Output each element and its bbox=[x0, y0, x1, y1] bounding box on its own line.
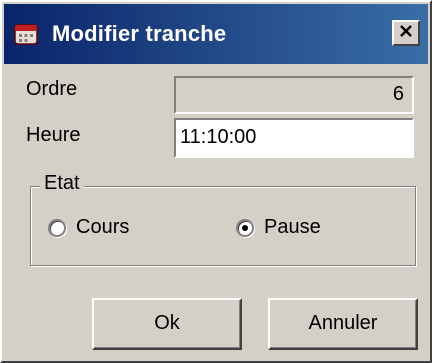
title-bar[interactable]: Modifier tranche bbox=[4, 4, 428, 64]
modifier-tranche-dialog: Modifier tranche Ordre 6 Heure 11:10:00 … bbox=[0, 0, 432, 363]
heure-input[interactable]: 11:10:00 bbox=[174, 118, 414, 158]
close-button[interactable] bbox=[392, 20, 420, 46]
radio-pause[interactable]: Pause bbox=[236, 216, 321, 239]
radio-cours-circle[interactable] bbox=[48, 218, 66, 237]
radio-cours[interactable]: Cours bbox=[48, 216, 129, 239]
radio-cours-label: Cours bbox=[76, 216, 130, 238]
close-icon bbox=[399, 24, 413, 43]
heure-label: Heure bbox=[26, 124, 81, 146]
ordre-label: Ordre bbox=[26, 78, 78, 100]
app-window-icon bbox=[14, 22, 38, 46]
radio-pause-label: Pause bbox=[264, 216, 321, 238]
window-title: Modifier tranche bbox=[52, 21, 227, 46]
ordre-field: 6 bbox=[174, 76, 414, 114]
etat-legend: Etat bbox=[40, 172, 84, 195]
ok-button[interactable]: Ok bbox=[92, 298, 242, 350]
radio-pause-circle[interactable] bbox=[236, 218, 254, 237]
radio-selected-dot bbox=[242, 224, 248, 231]
cancel-button[interactable]: Annuler bbox=[268, 298, 418, 350]
